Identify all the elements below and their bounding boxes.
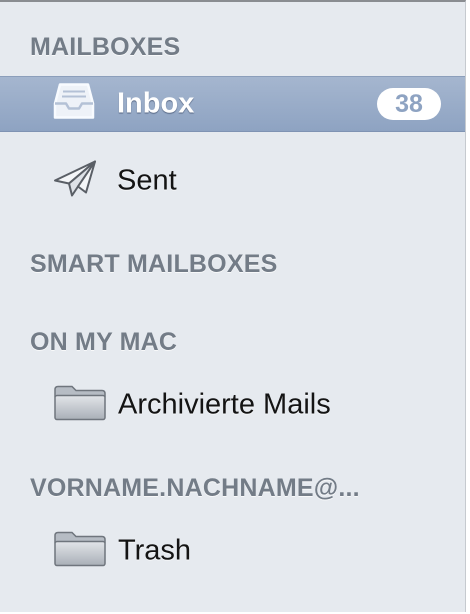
sidebar-item-trash[interactable]: Trash	[0, 523, 465, 579]
paper-plane-icon	[52, 159, 98, 204]
sidebar-item-sent[interactable]: Sent	[0, 153, 465, 209]
sidebar-item-label: Archivierte Mails	[118, 388, 331, 421]
section-header-smart-mailboxes[interactable]: SMART MAILBOXES	[30, 250, 277, 279]
folder-icon	[52, 529, 108, 574]
mail-sidebar: MAILBOXES Inbox 38 Sent SMART MAILBOXES …	[0, 0, 466, 612]
section-header-mailboxes[interactable]: MAILBOXES	[30, 33, 180, 62]
sidebar-item-archivierte-mails[interactable]: Archivierte Mails	[0, 377, 465, 433]
sidebar-item-label: Inbox	[117, 87, 195, 120]
unread-count-badge: 38	[377, 88, 441, 120]
sidebar-item-label: Trash	[118, 534, 192, 567]
sidebar-item-inbox[interactable]: Inbox 38	[0, 76, 465, 132]
section-header-on-my-mac[interactable]: ON MY MAC	[30, 328, 177, 357]
folder-icon	[52, 383, 108, 428]
sidebar-item-label: Sent	[117, 164, 177, 197]
section-header-account[interactable]: VORNAME.NACHNAME@...	[30, 474, 360, 503]
inbox-tray-icon	[52, 82, 96, 127]
